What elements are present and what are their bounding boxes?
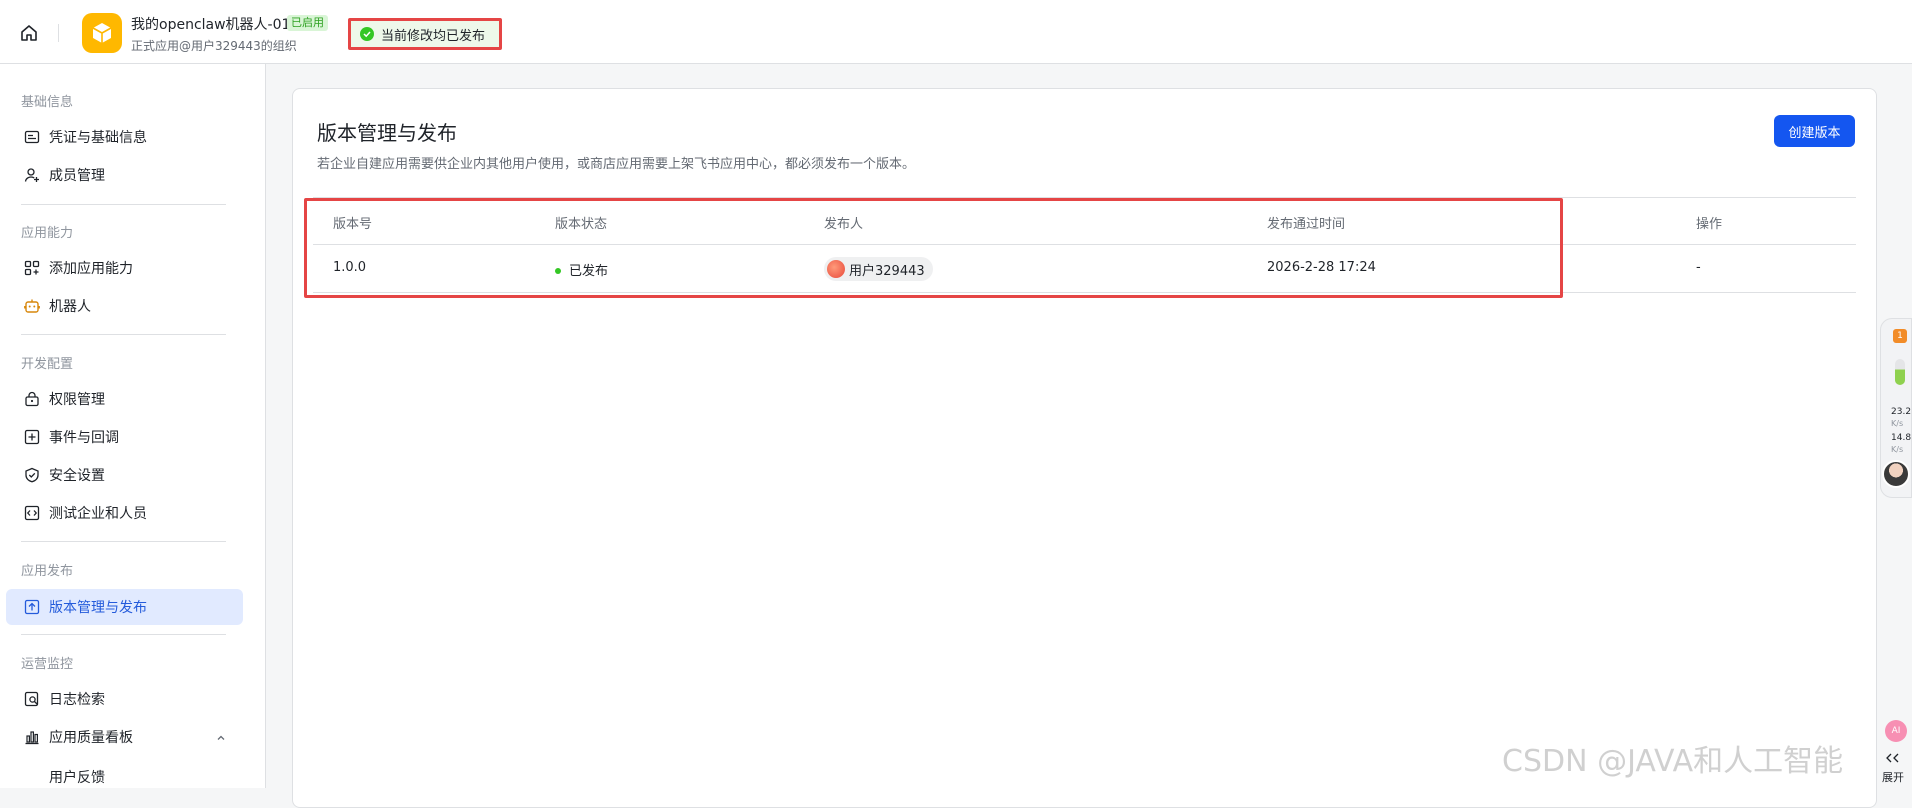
sidebar-item-label: 测试企业和人员 [49,506,147,522]
page-title: 版本管理与发布 [317,121,457,145]
status-text: 已发布 [569,264,609,279]
sidebar-divider [21,541,226,542]
lock-icon [23,390,41,408]
sidebar-item-security[interactable]: 安全设置 [6,457,243,493]
sidebar-item-log-search[interactable]: 日志检索 [6,681,243,717]
upload-icon [23,598,41,616]
app-logo [82,13,122,53]
sidebar-group-publish: 应用发布 [21,564,74,579]
app-name: 我的openclaw机器人-01 [131,17,291,33]
sidebar-item-permissions[interactable]: 权限管理 [6,381,243,417]
table-header: 版本号 版本状态 发布人 发布通过时间 操作 [313,197,1856,245]
status-dot [555,267,561,274]
sidebar-item-members[interactable]: 成员管理 [6,157,243,193]
event-icon [23,428,41,446]
cell-status: 已发布 [555,260,608,279]
sidebar-divider [21,204,226,205]
create-version-button[interactable]: 创建版本 [1774,115,1855,147]
sidebar-item-label: 日志检索 [49,692,105,708]
publisher-chip[interactable]: 用户329443 [824,257,933,281]
sidebar-item-credentials[interactable]: 凭证与基础信息 [6,119,243,155]
home-button[interactable] [16,20,42,46]
memory-bar [1895,359,1905,385]
cell-version: 1.0.0 [333,260,367,275]
upload-unit: K/s [1891,419,1904,428]
sidebar-group-capabilities: 应用能力 [21,226,74,241]
bar-chart-icon [23,728,41,746]
sidebar-item-label: 版本管理与发布 [49,600,147,616]
sidebar-item-label: 事件与回调 [49,430,119,446]
upload-speed: 23.2 [1891,407,1912,417]
sidebar: 基础信息 凭证与基础信息 成员管理 应用能力 添加应用能力 机器人 开发配置 权… [0,64,266,788]
ai-assistant-icon[interactable]: AI [1885,720,1907,742]
collapse-arrows-icon [1886,753,1899,763]
publish-status-text: 当前修改均已发布 [381,28,486,44]
version-management-card: 版本管理与发布 若企业自建应用需要供企业内其他用户使用，或商店应用需要上架飞书应… [292,88,1877,808]
code-icon [23,504,41,522]
sidebar-item-label: 成员管理 [49,168,105,184]
shield-icon [23,466,41,484]
chevron-up-icon [215,729,227,748]
log-search-icon [23,690,41,708]
sidebar-item-robot[interactable]: 机器人 [6,288,243,324]
sidebar-group-dev-config: 开发配置 [21,357,74,372]
table-row: 1.0.0 已发布 用户329443 2026-2-28 17:24 - [313,245,1856,293]
sidebar-item-label: 权限管理 [49,392,105,408]
sidebar-item-add-capability[interactable]: 添加应用能力 [6,250,243,286]
app-subtitle: 正式应用@用户329443的组织 [131,39,297,53]
column-header-publish-time: 发布通过时间 [1267,217,1346,232]
topbar-divider [58,24,59,42]
sidebar-item-label: 添加应用能力 [49,261,133,277]
publisher-name: 用户329443 [849,263,925,279]
robot-icon [23,297,41,315]
sidebar-group-monitoring: 运营监控 [21,657,74,672]
enabled-badge: 已启用 [287,15,328,31]
sidebar-subitem-user-feedback[interactable]: 用户反馈 [49,767,105,787]
grid-add-icon [23,259,41,277]
column-header-version: 版本号 [333,217,373,232]
column-header-publisher: 发布人 [824,217,864,232]
sidebar-item-quality-dashboard[interactable]: 应用质量看板 [6,719,243,755]
expand-button[interactable]: AI 展开 [1878,720,1908,788]
sidebar-item-version-management[interactable]: 版本管理与发布 [6,589,243,625]
page-description: 若企业自建应用需要供企业内其他用户使用，或商店应用需要上架飞书应用中心，都必须发… [317,157,916,172]
sidebar-item-test-users[interactable]: 测试企业和人员 [6,495,243,531]
notification-badge: 1 [1893,329,1907,343]
check-circle-icon [360,27,374,41]
cell-publish-time: 2026-2-28 17:24 [1267,260,1376,275]
cell-action: - [1696,260,1701,275]
sidebar-item-label: 凭证与基础信息 [49,130,147,146]
sidebar-item-label: 应用质量看板 [49,730,133,746]
expand-label: 展开 [1882,771,1904,784]
sidebar-group-basic: 基础信息 [21,95,74,110]
assistant-avatar[interactable] [1882,460,1910,488]
top-bar: 我的openclaw机器人-01 已启用 正式应用@用户329443的组织 当前… [0,0,1912,64]
download-speed: 14.8 [1891,433,1912,443]
sidebar-item-label: 安全设置 [49,468,105,484]
home-icon [21,25,37,41]
sidebar-item-events[interactable]: 事件与回调 [6,419,243,455]
credential-icon [23,128,41,146]
sidebar-divider [21,334,226,335]
member-icon [23,166,41,184]
avatar [827,260,845,278]
column-header-action: 操作 [1696,217,1723,232]
publish-status-banner: 当前修改均已发布 [348,18,502,50]
download-unit: K/s [1891,445,1904,454]
sidebar-item-label: 机器人 [49,299,91,315]
sidebar-divider [21,634,226,635]
column-header-status: 版本状态 [555,217,608,232]
cube-icon [92,23,112,43]
